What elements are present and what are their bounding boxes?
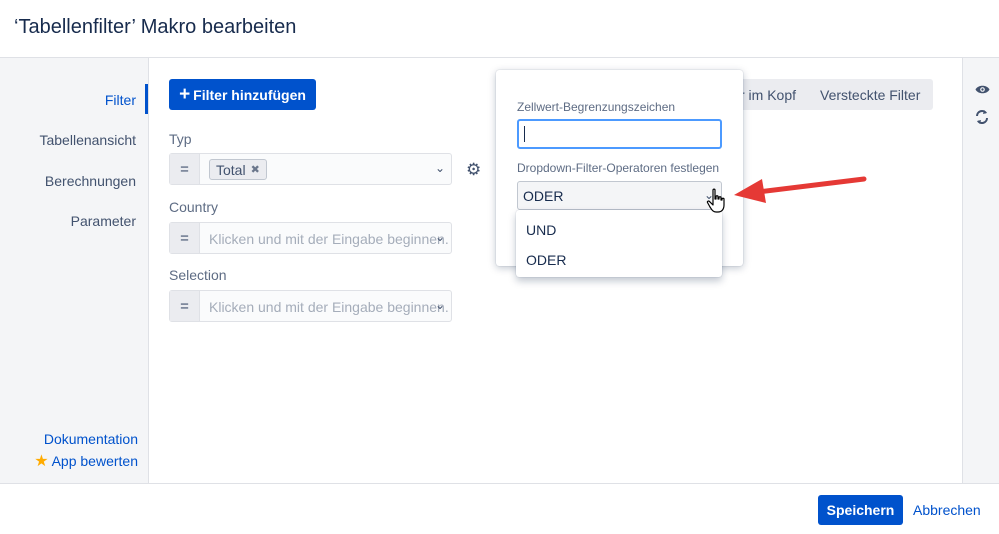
delimiter-label: Zellwert-Begrenzungszeichen	[517, 100, 676, 114]
operator-equals[interactable]: =	[170, 154, 200, 184]
cancel-button[interactable]: Abbrechen	[913, 502, 981, 518]
sidebar-item-tabellenansicht[interactable]: Tabellenansicht	[39, 132, 136, 148]
operator-dropdown-menu: UND ODER	[516, 210, 722, 277]
operator-option-oder[interactable]: ODER	[526, 252, 566, 268]
chevron-down-icon[interactable]: ⌄	[435, 161, 445, 175]
filter-label-selection: Selection	[169, 267, 227, 283]
operator-selected-value: ODER	[523, 188, 564, 204]
rate-app-link[interactable]: ★ App bewerten	[34, 451, 138, 471]
add-filter-label: Filter hinzufügen	[193, 86, 306, 103]
sidebar-item-berechnungen[interactable]: Berechnungen	[45, 173, 136, 189]
chevron-down-icon[interactable]: ⌄	[435, 230, 445, 244]
sidebar-active-indicator	[145, 84, 148, 114]
star-icon: ★	[34, 453, 49, 470]
dialog-title: ‘Tabellenfilter’ Makro bearbeiten	[14, 16, 297, 38]
hand-cursor-icon	[706, 188, 725, 213]
tab-versteckte-filter[interactable]: Versteckte Filter	[814, 87, 920, 103]
tag-total: Total ✖	[209, 159, 267, 180]
text-caret	[524, 126, 525, 142]
dialog-footer: Speichern Abbrechen	[0, 483, 999, 534]
filter-label-country: Country	[169, 199, 219, 215]
filter-tabs: r im Kopf Versteckte Filter	[728, 79, 933, 110]
macro-editor-dialog: ‘Tabellenfilter’ Makro bearbeiten Filter…	[0, 0, 999, 534]
filter-label-typ: Typ	[169, 131, 192, 147]
sidebar: Filter Tabellenansicht Berechnungen Para…	[0, 58, 149, 483]
operator-equals[interactable]: =	[170, 291, 200, 321]
refresh-icon[interactable]	[975, 109, 989, 129]
filter-placeholder: Klicken und mit der Eingabe beginnen.	[209, 299, 449, 315]
filter-select-typ[interactable]: = Total ✖ ⌄	[169, 153, 452, 185]
delimiter-input[interactable]	[517, 119, 722, 149]
save-button[interactable]: Speichern	[818, 495, 903, 525]
documentation-link[interactable]: Dokumentation	[44, 431, 138, 447]
rate-app-label: App bewerten	[51, 453, 138, 469]
sidebar-item-filter[interactable]: Filter	[105, 92, 136, 108]
dialog-header: ‘Tabellenfilter’ Makro bearbeiten	[0, 0, 999, 58]
add-filter-button[interactable]: + Filter hinzufügen	[169, 79, 316, 110]
filter-select-selection[interactable]: = Klicken und mit der Eingabe beginnen. …	[169, 290, 452, 322]
eye-icon[interactable]	[975, 82, 990, 99]
filter-select-country[interactable]: = Klicken und mit der Eingabe beginnen. …	[169, 222, 452, 254]
filter-placeholder: Klicken und mit der Eingabe beginnen.	[209, 231, 449, 247]
operator-equals[interactable]: =	[170, 223, 200, 253]
annotation-arrow-icon	[734, 176, 867, 203]
operator-option-und[interactable]: UND	[526, 222, 556, 238]
tag-remove-icon[interactable]: ✖	[251, 163, 260, 176]
right-toolbar	[962, 58, 999, 483]
operator-label: Dropdown-Filter-Operatoren festlegen	[517, 161, 720, 175]
plus-icon: +	[179, 83, 191, 105]
gear-icon[interactable]: ⚙	[466, 160, 481, 180]
tag-label: Total	[216, 161, 246, 178]
operator-select[interactable]: ODER ⌄	[517, 181, 722, 210]
sidebar-item-parameter[interactable]: Parameter	[71, 213, 136, 229]
chevron-down-icon[interactable]: ⌄	[435, 298, 445, 312]
